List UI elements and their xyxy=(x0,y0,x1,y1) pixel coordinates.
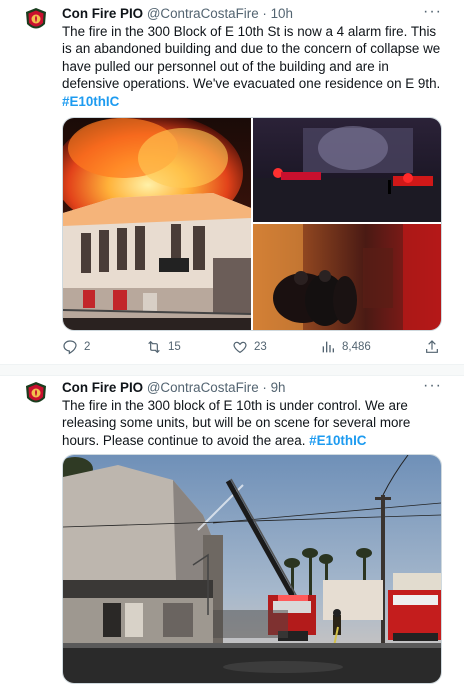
timestamp[interactable]: 9h xyxy=(271,380,286,395)
tweet-header: Con Fire PIO @ContraCostaFire · 9h xyxy=(62,379,286,397)
like-button[interactable]: 23 xyxy=(232,336,267,358)
view-count: 8,486 xyxy=(342,341,371,353)
user-handle[interactable]: @ContraCostaFire xyxy=(147,6,259,21)
share-icon xyxy=(426,340,438,353)
user-handle[interactable]: @ContraCostaFire xyxy=(147,380,259,395)
photo-street-night[interactable] xyxy=(253,118,441,222)
tweet-header: Con Fire PIO @ContraCostaFire · 10h xyxy=(62,5,293,23)
analytics-icon xyxy=(322,341,334,353)
photo-building-fire[interactable] xyxy=(63,118,252,330)
retweet-button[interactable]: 15 xyxy=(146,336,181,358)
tweet-text: The fire in the 300 Block of E 10th St i… xyxy=(62,23,447,110)
share-button[interactable] xyxy=(424,336,440,358)
photo-firefighters-interior[interactable] xyxy=(253,224,441,330)
timestamp[interactable]: 10h xyxy=(271,6,293,21)
fire-district-logo xyxy=(22,6,50,34)
hashtag-link[interactable]: #E10thIC xyxy=(62,94,119,109)
display-name[interactable]: Con Fire PIO xyxy=(62,380,143,395)
tweet-1[interactable]: Con Fire PIO @ContraCostaFire · 10h ··· … xyxy=(0,0,464,364)
reply-icon xyxy=(63,340,77,355)
retweet-count: 15 xyxy=(168,341,181,353)
reply-count: 2 xyxy=(84,341,91,353)
photo-ladder-truck[interactable] xyxy=(62,454,442,684)
fire-district-logo xyxy=(22,380,50,408)
separator: · xyxy=(262,6,267,21)
views-button[interactable]: 8,486 xyxy=(320,336,371,358)
reply-button[interactable]: 2 xyxy=(62,336,90,358)
like-count: 23 xyxy=(254,341,267,353)
separator: · xyxy=(262,380,267,395)
avatar[interactable] xyxy=(22,380,50,408)
more-horizontal-icon[interactable]: ··· xyxy=(423,377,442,395)
more-horizontal-icon[interactable]: ··· xyxy=(423,3,442,21)
media-grid[interactable] xyxy=(62,117,442,331)
tweet-text: The fire in the 300 block of E 10th is u… xyxy=(62,397,447,449)
heart-icon xyxy=(233,341,247,354)
hashtag-link[interactable]: #E10thIC xyxy=(309,433,366,448)
retweet-icon xyxy=(148,340,160,354)
tweet-body: The fire in the 300 Block of E 10th St i… xyxy=(62,24,441,92)
display-name[interactable]: Con Fire PIO xyxy=(62,6,143,21)
tweet-actions: 2 15 23 8,486 xyxy=(62,336,442,358)
avatar[interactable] xyxy=(22,6,50,34)
